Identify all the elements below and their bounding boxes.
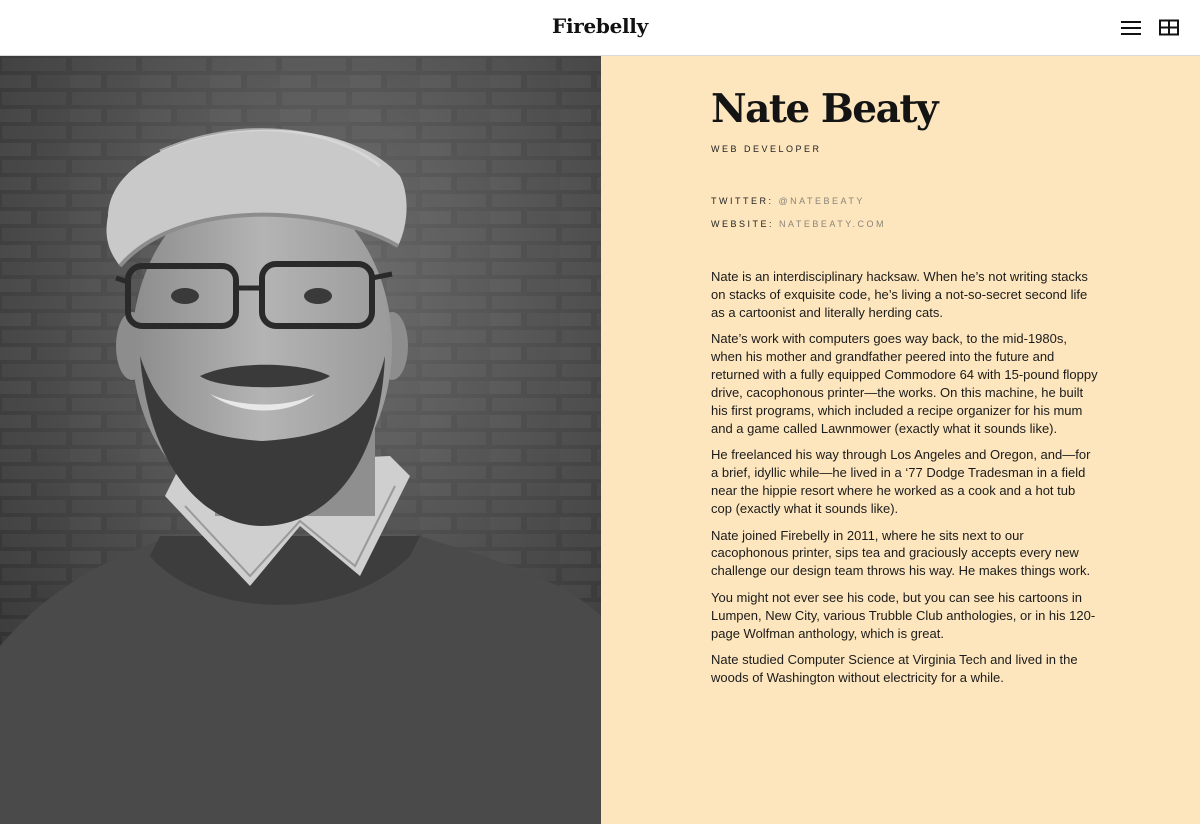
- menu-bar-line: [1121, 33, 1141, 35]
- bio-paragraph: He freelanced his way through Los Angele…: [711, 447, 1091, 517]
- profile-role: WEB DEVELOPER: [711, 144, 822, 154]
- bio-paragraph: You might not ever see his code, but you…: [711, 589, 1096, 641]
- hamburger-menu-icon[interactable]: [1121, 19, 1143, 37]
- bio-paragraph: Nate studied Computer Science at Virgini…: [711, 652, 1078, 686]
- profile-bio-panel: Nate Beaty WEB DEVELOPER TWITTER: @NATEB…: [601, 56, 1200, 824]
- website-link[interactable]: NATEBEATY.COM: [779, 219, 886, 229]
- menu-bar-line: [1121, 21, 1141, 23]
- menu-bar-line: [1121, 27, 1141, 29]
- website-row: WEBSITE: NATEBEATY.COM: [711, 219, 886, 229]
- site-header: Firebelly: [0, 0, 1200, 56]
- bio-paragraph: Nate joined Firebelly in 2011, where he …: [711, 527, 1091, 579]
- grid-icon-graphic: [1159, 19, 1179, 36]
- profile-name: Nate Beaty: [711, 86, 939, 132]
- firebelly-logo[interactable]: Firebelly: [0, 14, 1200, 38]
- twitter-row: TWITTER: @NATEBEATY: [711, 196, 865, 206]
- grid-layout-icon[interactable]: [1159, 19, 1179, 37]
- bio-text: Nate is an interdisciplinary hacksaw. Wh…: [711, 268, 1099, 696]
- portrait-illustration: [0, 56, 601, 824]
- website-label: WEBSITE:: [711, 219, 775, 229]
- twitter-label: TWITTER:: [711, 196, 774, 206]
- twitter-link[interactable]: @NATEBEATY: [779, 196, 865, 206]
- profile-photo: [0, 56, 601, 824]
- bio-paragraph: Nate is an interdisciplinary hacksaw. Wh…: [711, 269, 1088, 320]
- bio-paragraph: Nate’s work with computers goes way back…: [711, 331, 1098, 436]
